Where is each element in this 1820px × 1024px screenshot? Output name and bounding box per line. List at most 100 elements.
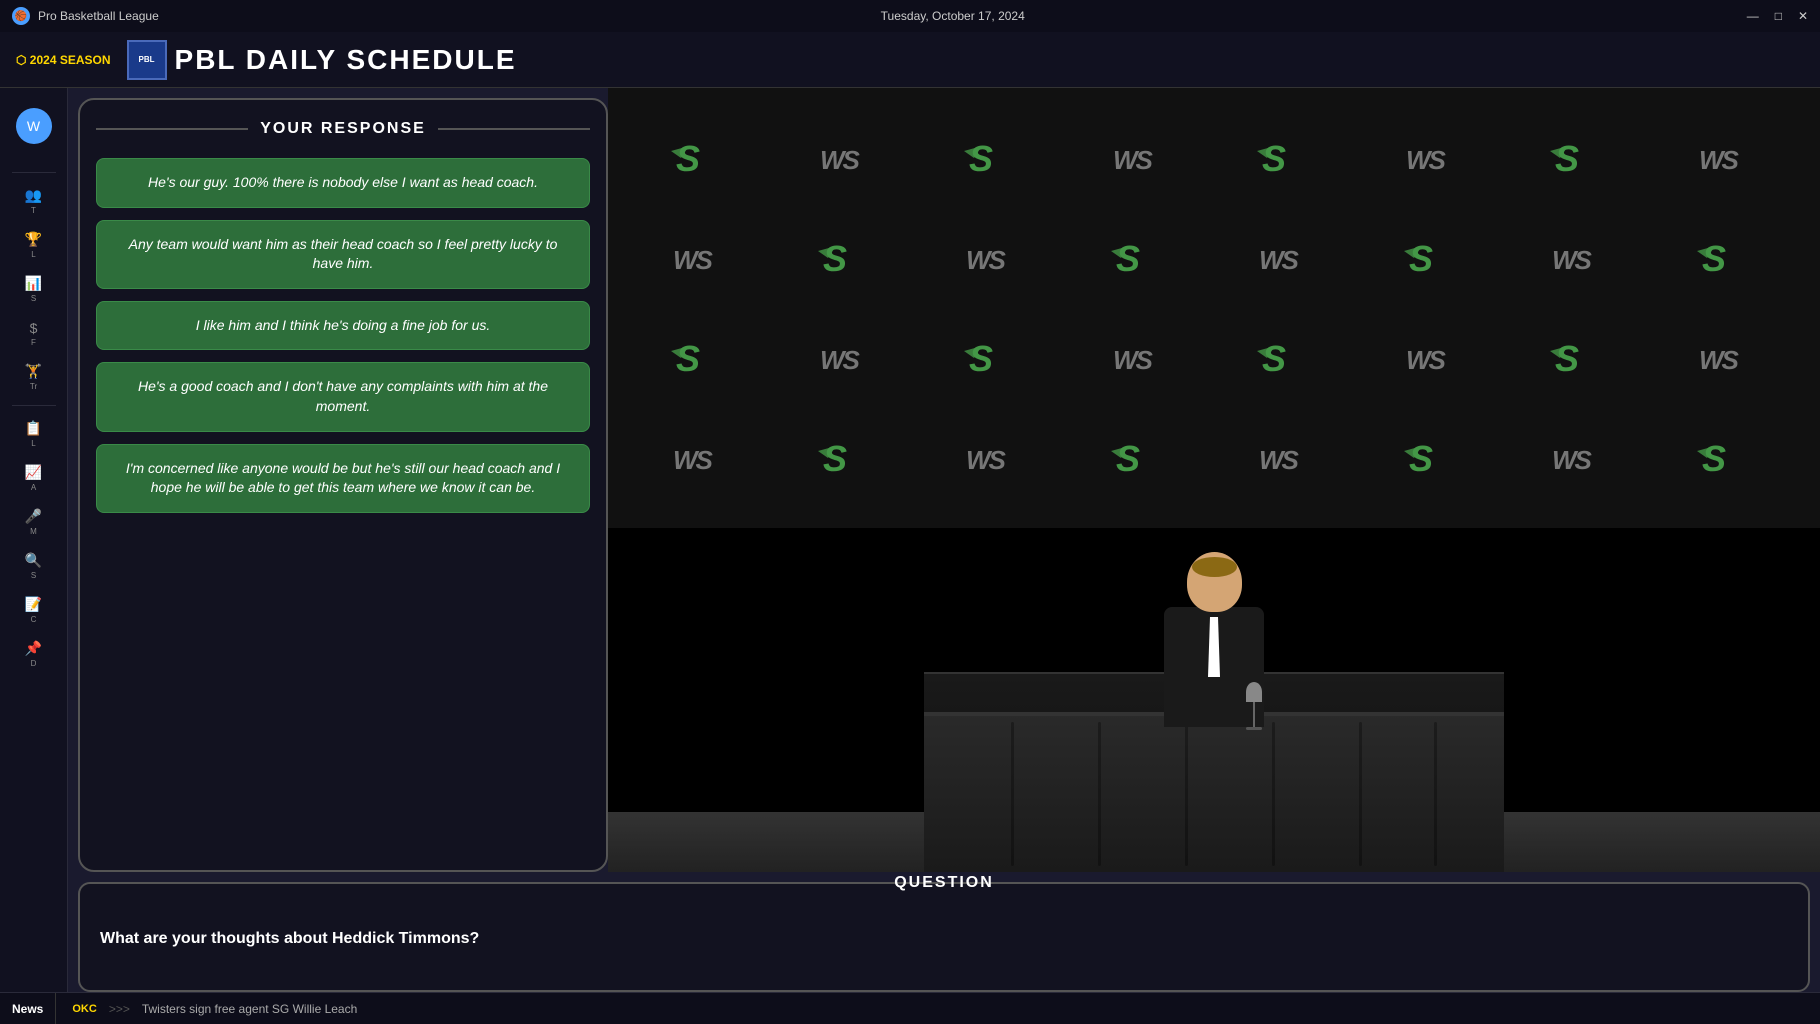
title-bar-timestamp: Tuesday, October 17, 2024 [881,9,1025,23]
news-sep: >>> [109,1002,130,1016]
season-badge: ⬡ 2024 SEASON [16,53,111,67]
team-icon: 👥 [25,187,42,204]
main-content: S WS S WS S WS S WS WS S [68,88,1820,992]
mic-base [1246,727,1262,730]
app-header: ⬡ 2024 SEASON PBL PBL DAILY SCHEDULE [0,32,1820,88]
sidebar-item-stats[interactable]: 📊 S [8,269,60,309]
backdrop-logo-9: S [775,208,922,308]
question-box: QUESTION What are your thoughts about He… [78,882,1810,992]
title-line-right [438,128,590,130]
backdrop-logo-3: WS [1068,108,1215,208]
sidebar-item-training[interactable]: 🏋 Tr [8,357,60,397]
contracts-icon: 📝 [25,596,42,613]
svg-text:S: S [1409,238,1433,279]
svg-text:S: S [1555,338,1579,379]
backdrop-logo-17: WS [775,308,922,408]
svg-text:WS: WS [673,245,714,275]
sidebar-item-analytics[interactable]: 📈 A [8,458,60,498]
app-logo: PBL PBL DAILY SCHEDULE [127,40,517,80]
backdrop-logo-7: WS [1654,108,1801,208]
sidebar-user-area: W [8,96,60,156]
backdrop-logo-14: WS [1507,208,1654,308]
svg-text:S: S [969,338,993,379]
svg-text:WS: WS [1113,345,1154,375]
backdrop-logo-0: S [628,108,775,208]
minimize-button[interactable]: — [1747,9,1759,23]
title-bar-left: 🏀 Pro Basketball League [12,7,159,25]
response-option-4[interactable]: He's a good coach and I don't have any c… [96,362,590,431]
sidebar-item-team[interactable]: 👥 T [8,181,60,221]
response-option-1[interactable]: He's our guy. 100% there is nobody else … [96,158,590,208]
svg-text:S: S [1409,438,1433,479]
backdrop-logo-13: S [1361,208,1508,308]
svg-text:WS: WS [1552,245,1593,275]
sidebar-divider-2 [12,405,56,406]
lineup-icon: 📋 [25,420,42,437]
q-title-line-left [100,882,882,884]
response-box: YOUR RESPONSE He's our guy. 100% there i… [78,98,608,872]
close-button[interactable]: ✕ [1798,9,1808,23]
news-text: Twisters sign free agent SG Willie Leach [142,1002,357,1016]
user-avatar[interactable]: W [16,108,52,144]
svg-text:WS: WS [1406,345,1447,375]
svg-text:WS: WS [820,345,861,375]
backdrop-logo-21: WS [1361,308,1508,408]
scouting-icon: 🔍 [25,552,42,569]
svg-text:WS: WS [1406,145,1447,175]
logo-box: PBL [127,40,167,80]
backdrop-logo-4: S [1214,108,1361,208]
response-option-5[interactable]: I'm concerned like anyone would be but h… [96,444,590,513]
svg-text:S: S [823,438,847,479]
backdrop-logo-29: S [1361,408,1508,508]
sidebar-item-finance[interactable]: $ F [8,313,60,353]
training-icon: 🏋 [25,363,42,380]
svg-text:S: S [1116,438,1140,479]
mic-head [1246,682,1262,702]
backdrop-logo-28: WS [1214,408,1361,508]
response-panel: YOUR RESPONSE He's our guy. 100% there i… [78,98,608,872]
backdrop-logo-22: S [1507,308,1654,408]
response-option-3[interactable]: I like him and I think he's doing a fine… [96,301,590,351]
sidebar-item-contracts[interactable]: 📝 C [8,590,60,630]
maximize-button[interactable]: □ [1775,9,1782,23]
backdrop-logo-6: S [1507,108,1654,208]
finance-icon: $ [30,320,38,336]
news-label: News [0,993,56,1024]
svg-text:S: S [676,138,700,179]
backdrop-logo-10: WS [921,208,1068,308]
title-bar-controls: — □ ✕ [1747,9,1808,23]
svg-text:S: S [1262,138,1286,179]
svg-text:WS: WS [1699,345,1740,375]
sidebar-item-lineup[interactable]: 📋 L [8,414,60,454]
news-bar: News OKC >>> Twisters sign free agent SG… [0,992,1820,1024]
backdrop-logo-26: WS [921,408,1068,508]
question-title: QUESTION [882,874,1006,892]
svg-text:S: S [1116,238,1140,279]
response-title-bar: YOUR RESPONSE [96,120,590,138]
question-panel: QUESTION What are your thoughts about He… [78,882,1810,992]
backdrop-logo-27: S [1068,408,1215,508]
backdrop-logo-18: S [921,308,1068,408]
svg-text:WS: WS [1552,445,1593,475]
news-source: OKC [72,1003,96,1015]
presenter-head [1187,552,1242,612]
app-title: Pro Basketball League [38,9,159,23]
sidebar: W 👥 T 🏆 L 📊 S $ F 🏋 Tr 📋 L 📈 A 🎤 M 🔍 S 📝… [0,88,68,992]
q-title-line-right [1006,882,1788,884]
svg-text:S: S [1262,338,1286,379]
backdrop-logo-19: WS [1068,308,1215,408]
sidebar-item-draft[interactable]: 📌 D [8,634,60,674]
media-icon: 🎤 [25,508,42,525]
sidebar-item-league[interactable]: 🏆 L [8,225,60,265]
sidebar-item-media[interactable]: 🎤 M [8,502,60,542]
response-option-2[interactable]: Any team would want him as their head co… [96,220,590,289]
svg-text:S: S [969,138,993,179]
svg-text:S: S [1555,138,1579,179]
backdrop-logo-15: S [1654,208,1801,308]
analytics-icon: 📈 [25,464,42,481]
svg-text:S: S [823,238,847,279]
league-icon: 🏆 [25,231,42,248]
backdrop-logo-16: S [628,308,775,408]
svg-text:WS: WS [966,245,1007,275]
sidebar-item-scouting[interactable]: 🔍 S [8,546,60,586]
